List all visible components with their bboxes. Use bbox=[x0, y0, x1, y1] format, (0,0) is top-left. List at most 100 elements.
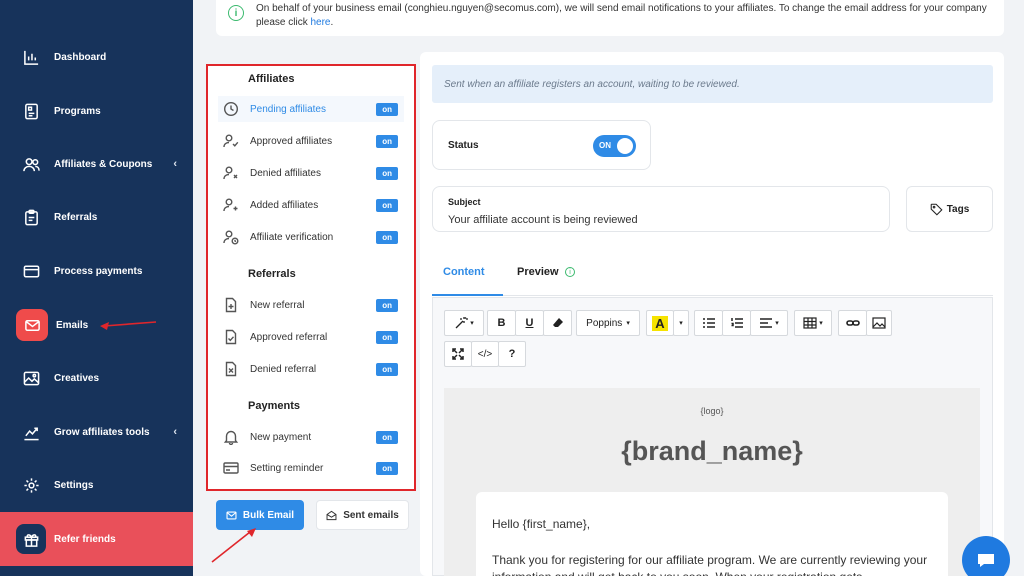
chat-icon bbox=[978, 554, 994, 567]
growth-icon bbox=[22, 423, 40, 441]
card-icon bbox=[22, 262, 40, 280]
email-body-card[interactable]: Hello {first_name}, Thank you for regist… bbox=[476, 492, 948, 576]
status-badge[interactable]: on bbox=[376, 330, 398, 344]
template-description: Sent when an affiliate registers an acco… bbox=[432, 65, 993, 103]
numbered-list-icon bbox=[730, 318, 743, 328]
mail-open-icon bbox=[326, 510, 337, 520]
nav-label: Affiliates & Coupons bbox=[54, 158, 153, 170]
image-button[interactable] bbox=[866, 310, 892, 336]
users-icon bbox=[22, 155, 40, 173]
list-item-label: Denied referral bbox=[250, 363, 317, 375]
list-item-label: New referral bbox=[250, 299, 305, 311]
help-button[interactable]: ? bbox=[498, 341, 526, 367]
tab-content[interactable]: Content bbox=[443, 266, 485, 278]
bold-button[interactable]: B bbox=[487, 310, 516, 336]
nav-programs[interactable]: Programs bbox=[0, 91, 193, 131]
nav-affiliates-coupons[interactable]: Affiliates & Coupons ‹ bbox=[0, 144, 193, 184]
image-icon bbox=[22, 369, 40, 387]
change-email-link[interactable]: here bbox=[310, 17, 330, 28]
list-item-pending-affiliates[interactable]: Pending affiliates on bbox=[218, 96, 404, 122]
underline-button[interactable]: U bbox=[515, 310, 544, 336]
list-item-new-payment[interactable]: New payment on bbox=[218, 424, 404, 450]
chat-widget-button[interactable] bbox=[962, 536, 1010, 576]
nav-dashboard[interactable]: Dashboard bbox=[0, 37, 193, 77]
tags-label: Tags bbox=[946, 203, 970, 215]
table-button[interactable]: ▾ bbox=[794, 310, 832, 336]
bullet-list-icon bbox=[702, 318, 715, 328]
align-button[interactable]: ▾ bbox=[750, 310, 788, 336]
mail-icon bbox=[16, 309, 48, 341]
status-badge[interactable]: on bbox=[376, 134, 398, 148]
gear-icon bbox=[22, 476, 40, 494]
chevron-left-icon: ‹ bbox=[173, 426, 177, 438]
list-item-denied-affiliates[interactable]: Denied affiliates on bbox=[218, 160, 404, 186]
magic-wand-button[interactable]: ▾ bbox=[444, 310, 484, 336]
image-icon bbox=[872, 317, 886, 329]
user-clock-icon bbox=[222, 228, 240, 246]
nav-emails[interactable]: Emails bbox=[0, 305, 193, 345]
nav-refer-friends[interactable]: Refer friends bbox=[0, 512, 193, 566]
user-plus-icon bbox=[222, 196, 240, 214]
bulk-email-label: Bulk Email bbox=[242, 509, 295, 521]
tags-button[interactable]: Tags bbox=[906, 186, 993, 232]
status-badge[interactable]: on bbox=[376, 198, 398, 212]
status-badge[interactable]: on bbox=[376, 166, 398, 180]
info-icon: i bbox=[565, 267, 575, 277]
status-badge[interactable]: on bbox=[376, 430, 398, 444]
status-badge[interactable]: on bbox=[376, 102, 398, 116]
bulk-email-button[interactable]: Bulk Email bbox=[216, 500, 304, 530]
list-item-setting-reminder[interactable]: Setting reminder on bbox=[218, 455, 404, 481]
card-icon bbox=[222, 459, 240, 477]
status-badge[interactable]: on bbox=[376, 230, 398, 244]
fullscreen-icon bbox=[452, 348, 464, 360]
subject-value[interactable]: Your affiliate account is being reviewed bbox=[448, 214, 638, 226]
magic-wand-icon bbox=[455, 317, 469, 329]
tab-preview[interactable]: Preview bbox=[517, 266, 559, 278]
notice-banner: i On behalf of your business email (cong… bbox=[216, 0, 1004, 36]
font-family-select[interactable]: Poppins ▾ bbox=[576, 310, 640, 336]
editor-tabs: Content Preview i bbox=[432, 248, 993, 296]
sent-emails-button[interactable]: Sent emails bbox=[316, 500, 409, 530]
nav-settings[interactable]: Settings bbox=[0, 465, 193, 505]
fullscreen-button[interactable] bbox=[444, 341, 472, 367]
list-item-approved-referral[interactable]: Approved referral on bbox=[218, 324, 404, 350]
numbered-list-button[interactable] bbox=[722, 310, 751, 336]
status-toggle-text: ON bbox=[599, 141, 611, 150]
status-badge[interactable]: on bbox=[376, 461, 398, 475]
bullet-list-button[interactable] bbox=[694, 310, 723, 336]
mail-icon bbox=[226, 511, 237, 519]
list-item-label: Pending affiliates bbox=[250, 103, 326, 115]
nav-referrals[interactable]: Referrals bbox=[0, 197, 193, 237]
eraser-button[interactable] bbox=[543, 310, 572, 336]
text-color-button[interactable]: A bbox=[646, 310, 674, 336]
status-badge[interactable]: on bbox=[376, 362, 398, 376]
email-preview-canvas[interactable]: {logo} {brand_name} Hello {first_name}, … bbox=[444, 388, 980, 576]
list-item-added-affiliates[interactable]: Added affiliates on bbox=[218, 192, 404, 218]
user-check-icon bbox=[222, 132, 240, 150]
section-title-referrals: Referrals bbox=[248, 268, 296, 280]
nav-process-payments[interactable]: Process payments bbox=[0, 251, 193, 291]
file-x-icon bbox=[222, 360, 240, 378]
list-item-label: New payment bbox=[250, 431, 312, 443]
list-item-new-referral[interactable]: New referral on bbox=[218, 292, 404, 318]
font-family-value: Poppins bbox=[586, 317, 623, 329]
text-color-dropdown[interactable]: ▾ bbox=[673, 310, 689, 336]
logo-placeholder: {logo} bbox=[700, 406, 724, 416]
email-body-text: Thank you for registering for our affili… bbox=[492, 553, 928, 576]
subject-field[interactable]: Subject Your affiliate account is being … bbox=[432, 186, 890, 232]
section-title-payments: Payments bbox=[248, 400, 300, 412]
sent-emails-label: Sent emails bbox=[343, 509, 399, 521]
nav-grow-affiliates-tools[interactable]: Grow affiliates tools ‹ bbox=[0, 412, 193, 452]
link-button[interactable] bbox=[838, 310, 867, 336]
list-item-affiliate-verification[interactable]: Affiliate verification on bbox=[218, 224, 404, 250]
status-badge[interactable]: on bbox=[376, 298, 398, 312]
bell-icon bbox=[222, 428, 240, 446]
code-view-button[interactable]: </> bbox=[471, 341, 499, 367]
nav-creatives[interactable]: Creatives bbox=[0, 358, 193, 398]
link-icon bbox=[845, 320, 860, 326]
list-item-denied-referral[interactable]: Denied referral on bbox=[218, 356, 404, 382]
list-item-approved-affiliates[interactable]: Approved affiliates on bbox=[218, 128, 404, 154]
nav-label: Programs bbox=[54, 105, 101, 117]
status-toggle[interactable]: ON bbox=[593, 135, 636, 157]
nav-label: Settings bbox=[54, 479, 94, 491]
